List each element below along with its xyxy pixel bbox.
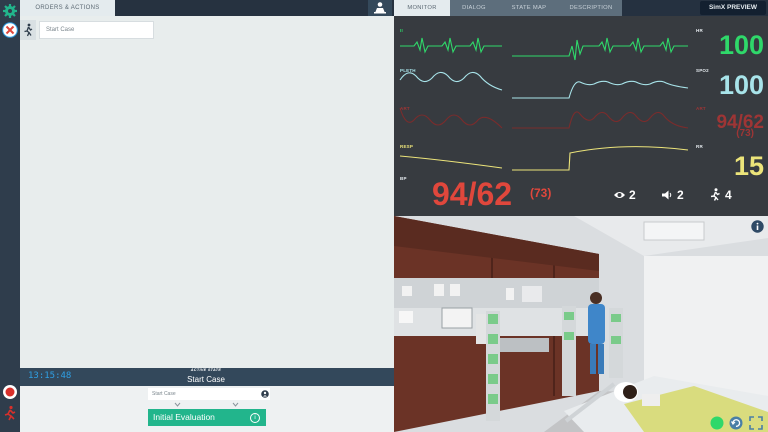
undo-icon[interactable] bbox=[729, 416, 743, 430]
eye-count: 2 bbox=[629, 188, 636, 202]
active-state-value: Start Case bbox=[187, 375, 225, 384]
avatar-icon bbox=[374, 2, 386, 14]
tab-orders-actions[interactable]: ORDERS & ACTIONS bbox=[20, 0, 115, 16]
hr-label: HR bbox=[696, 28, 703, 33]
vital-signs-monitor: II PLETH ART RESP BP HR SPO2 ART RR 100 … bbox=[394, 16, 768, 216]
tab-description[interactable]: DESCRIPTION bbox=[560, 0, 622, 16]
art-label: ART bbox=[400, 106, 410, 111]
bp-value: 94/62 bbox=[432, 176, 513, 212]
art-value-label: ART bbox=[696, 106, 706, 111]
simulation-clock: 13:15:48 bbox=[28, 371, 72, 381]
simx-preview-button[interactable]: SimX PREVIEW bbox=[700, 1, 766, 15]
record-icon[interactable] bbox=[2, 384, 18, 400]
speaker-icon[interactable] bbox=[661, 190, 673, 200]
info-icon[interactable] bbox=[751, 220, 764, 233]
spo2-value: 100 bbox=[718, 70, 764, 100]
avatar-button[interactable] bbox=[368, 0, 392, 16]
pleth-waveform bbox=[399, 71, 689, 99]
orders-area bbox=[20, 16, 394, 368]
initial-evaluation-button[interactable]: Initial Evaluation bbox=[148, 409, 266, 426]
state-select[interactable]: Start Case bbox=[148, 388, 270, 400]
status-light bbox=[710, 416, 724, 430]
run-action-button[interactable] bbox=[20, 20, 36, 40]
bp-label: BP bbox=[400, 176, 407, 181]
walk-count: 4 bbox=[725, 188, 732, 202]
avatar-icon[interactable] bbox=[261, 390, 269, 398]
gear-icon[interactable] bbox=[2, 3, 18, 19]
resp-label: RESP bbox=[400, 144, 414, 149]
expand-icon[interactable] bbox=[749, 416, 763, 430]
art-mean: (73) bbox=[736, 128, 754, 139]
sound-count: 2 bbox=[677, 188, 684, 202]
hospital-room-render bbox=[394, 216, 768, 432]
pleth-label: PLETH bbox=[400, 68, 416, 73]
tab-state-map[interactable]: STATE MAP bbox=[498, 0, 560, 16]
start-case-input[interactable]: Start Case bbox=[39, 21, 154, 39]
left-rail bbox=[0, 0, 20, 432]
running-person-icon[interactable] bbox=[709, 188, 721, 201]
chevron-down-icon[interactable] bbox=[232, 402, 239, 407]
art-waveform bbox=[399, 107, 689, 129]
chevron-down-icon[interactable] bbox=[174, 402, 181, 407]
tab-dialog[interactable]: DIALOG bbox=[450, 0, 498, 16]
rr-value: 15 bbox=[733, 151, 764, 181]
resp-waveform bbox=[399, 146, 689, 171]
hr-value: 100 bbox=[718, 30, 764, 60]
ecg-label: II bbox=[400, 28, 403, 33]
info-icon[interactable]: i bbox=[250, 413, 260, 423]
tab-monitor[interactable]: MONITOR bbox=[394, 0, 450, 16]
eye-icon[interactable] bbox=[613, 190, 626, 200]
running-person-icon bbox=[24, 23, 33, 37]
ecg-waveform bbox=[400, 37, 688, 61]
close-icon[interactable] bbox=[2, 22, 18, 38]
rr-label: RR bbox=[696, 144, 703, 149]
simulation-scene[interactable] bbox=[394, 216, 768, 432]
bp-mean: (73) bbox=[530, 186, 552, 200]
running-person-icon[interactable] bbox=[2, 405, 18, 421]
active-state-label: ACTIVE STATE bbox=[190, 368, 222, 372]
